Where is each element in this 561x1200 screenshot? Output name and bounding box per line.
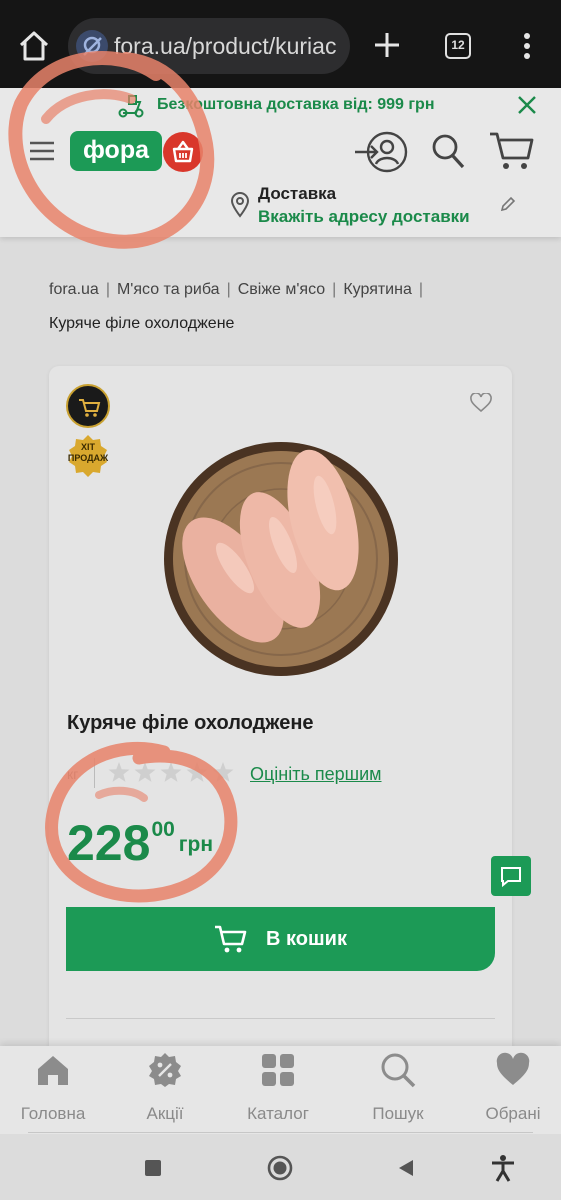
hit-badge-text: ХІТ ПРОДАЖ bbox=[67, 442, 109, 463]
divider bbox=[66, 1018, 495, 1019]
breadcrumb-current: Куряче філе охолоджене bbox=[49, 315, 235, 332]
hamburger-menu-icon[interactable] bbox=[28, 140, 56, 162]
edit-pencil-icon[interactable] bbox=[499, 195, 517, 213]
site-logo[interactable]: фора bbox=[70, 131, 162, 171]
back-icon[interactable] bbox=[392, 1154, 420, 1182]
price-integer: 228 bbox=[67, 815, 151, 871]
chat-button[interactable] bbox=[491, 856, 531, 896]
home-icon[interactable] bbox=[16, 28, 52, 64]
nav-item-search[interactable]: Пошук bbox=[353, 1052, 443, 1128]
delivery-title: Доставка bbox=[258, 184, 337, 203]
percent-icon bbox=[149, 1053, 181, 1087]
url-text[interactable]: fora.ua/product/kuriac bbox=[114, 33, 336, 60]
search-icon[interactable] bbox=[430, 132, 466, 170]
breadcrumb-item-meat-fish[interactable]: М'ясо та риба bbox=[117, 281, 220, 299]
unit-label: кг bbox=[67, 766, 79, 782]
star-icon[interactable] bbox=[186, 762, 208, 782]
recent-apps-icon[interactable] bbox=[139, 1154, 167, 1182]
search-icon bbox=[381, 1053, 416, 1088]
rate-first-link[interactable]: Оцініть першим bbox=[250, 764, 382, 785]
accessibility-icon[interactable] bbox=[489, 1154, 517, 1182]
breadcrumb-separator: | bbox=[418, 281, 424, 298]
home-circle-icon[interactable] bbox=[266, 1154, 294, 1182]
breadcrumb-item-chicken[interactable]: Курятина bbox=[343, 281, 412, 299]
delivery-scooter-icon bbox=[118, 95, 144, 118]
product-title: Куряче філе охолоджене bbox=[67, 712, 314, 734]
delivery-address-link[interactable]: Вкажіть адресу доставки bbox=[258, 207, 470, 227]
catalog-grid-icon bbox=[262, 1054, 294, 1086]
add-to-cart-label: В кошик bbox=[266, 927, 347, 950]
star-icon[interactable] bbox=[108, 762, 130, 782]
product-card: ХІТ ПРОДАЖ Куряче філе охолоджене кг Оці… bbox=[49, 366, 531, 1066]
breadcrumb: fora.ua | М'ясо та риба | Свіже м'ясо | … bbox=[49, 281, 519, 333]
breadcrumb-separator: | bbox=[226, 281, 231, 298]
login-icon[interactable] bbox=[353, 130, 409, 174]
add-to-cart-button[interactable]: В кошик bbox=[66, 907, 495, 971]
breadcrumb-item-fresh-meat[interactable]: Свіже м'ясо bbox=[238, 281, 325, 299]
nav-item-catalog[interactable]: Каталог bbox=[233, 1052, 323, 1128]
nav-label-search: Пошук bbox=[372, 1104, 424, 1123]
home-icon bbox=[38, 1056, 68, 1085]
site-security-icon[interactable] bbox=[76, 30, 108, 62]
price-currency: грн bbox=[178, 833, 214, 856]
breadcrumb-separator: | bbox=[332, 281, 337, 298]
nav-label-catalog: Каталог bbox=[247, 1104, 309, 1123]
site-header: Безкоштовна доставка від: 999 грн фора Д… bbox=[0, 88, 561, 237]
unit-divider bbox=[94, 758, 95, 788]
nav-item-favorites[interactable]: Обрані bbox=[468, 1052, 558, 1128]
nav-label-favorites: Обрані bbox=[485, 1104, 541, 1123]
system-navigation-bar bbox=[0, 1134, 561, 1200]
divider bbox=[28, 1132, 533, 1133]
nav-label-promotions: Акції bbox=[146, 1104, 184, 1123]
address-bar[interactable]: fora.ua/product/kuriac bbox=[68, 18, 350, 74]
new-tab-icon[interactable] bbox=[370, 28, 404, 62]
nav-item-promotions[interactable]: Акції bbox=[120, 1052, 210, 1128]
breadcrumb-item-home[interactable]: fora.ua bbox=[49, 281, 99, 299]
tab-switcher-button[interactable]: 12 bbox=[445, 33, 471, 59]
cart-icon bbox=[215, 925, 247, 953]
nav-item-home[interactable]: Головна bbox=[8, 1052, 98, 1128]
heart-icon bbox=[496, 1052, 530, 1085]
breadcrumb-separator: | bbox=[105, 281, 110, 298]
close-icon[interactable] bbox=[516, 94, 538, 116]
favorite-heart-icon[interactable] bbox=[470, 393, 492, 413]
pickup-available-badge bbox=[66, 384, 110, 428]
product-image[interactable] bbox=[163, 440, 399, 678]
logo-basket-icon[interactable] bbox=[163, 132, 203, 172]
star-icon[interactable] bbox=[212, 762, 234, 782]
promo-text: Безкоштовна доставка від: 999 грн bbox=[157, 96, 435, 113]
browser-toolbar: fora.ua/product/kuriac 12 bbox=[0, 0, 561, 88]
star-icon[interactable] bbox=[134, 762, 156, 782]
cart-icon[interactable] bbox=[488, 128, 534, 172]
star-icon[interactable] bbox=[160, 762, 182, 782]
price-fraction: 00 bbox=[151, 818, 175, 841]
promo-bar: Безкоштовна доставка від: 999 грн bbox=[0, 88, 561, 122]
more-menu-icon[interactable] bbox=[515, 30, 539, 62]
nav-label-home: Головна bbox=[20, 1104, 86, 1123]
location-pin-icon bbox=[230, 192, 250, 218]
rating-stars[interactable] bbox=[107, 761, 235, 785]
product-price: 22800грн bbox=[67, 814, 213, 872]
bottom-navigation: Головна Акції Каталог Пошук Обрані bbox=[0, 1046, 561, 1134]
